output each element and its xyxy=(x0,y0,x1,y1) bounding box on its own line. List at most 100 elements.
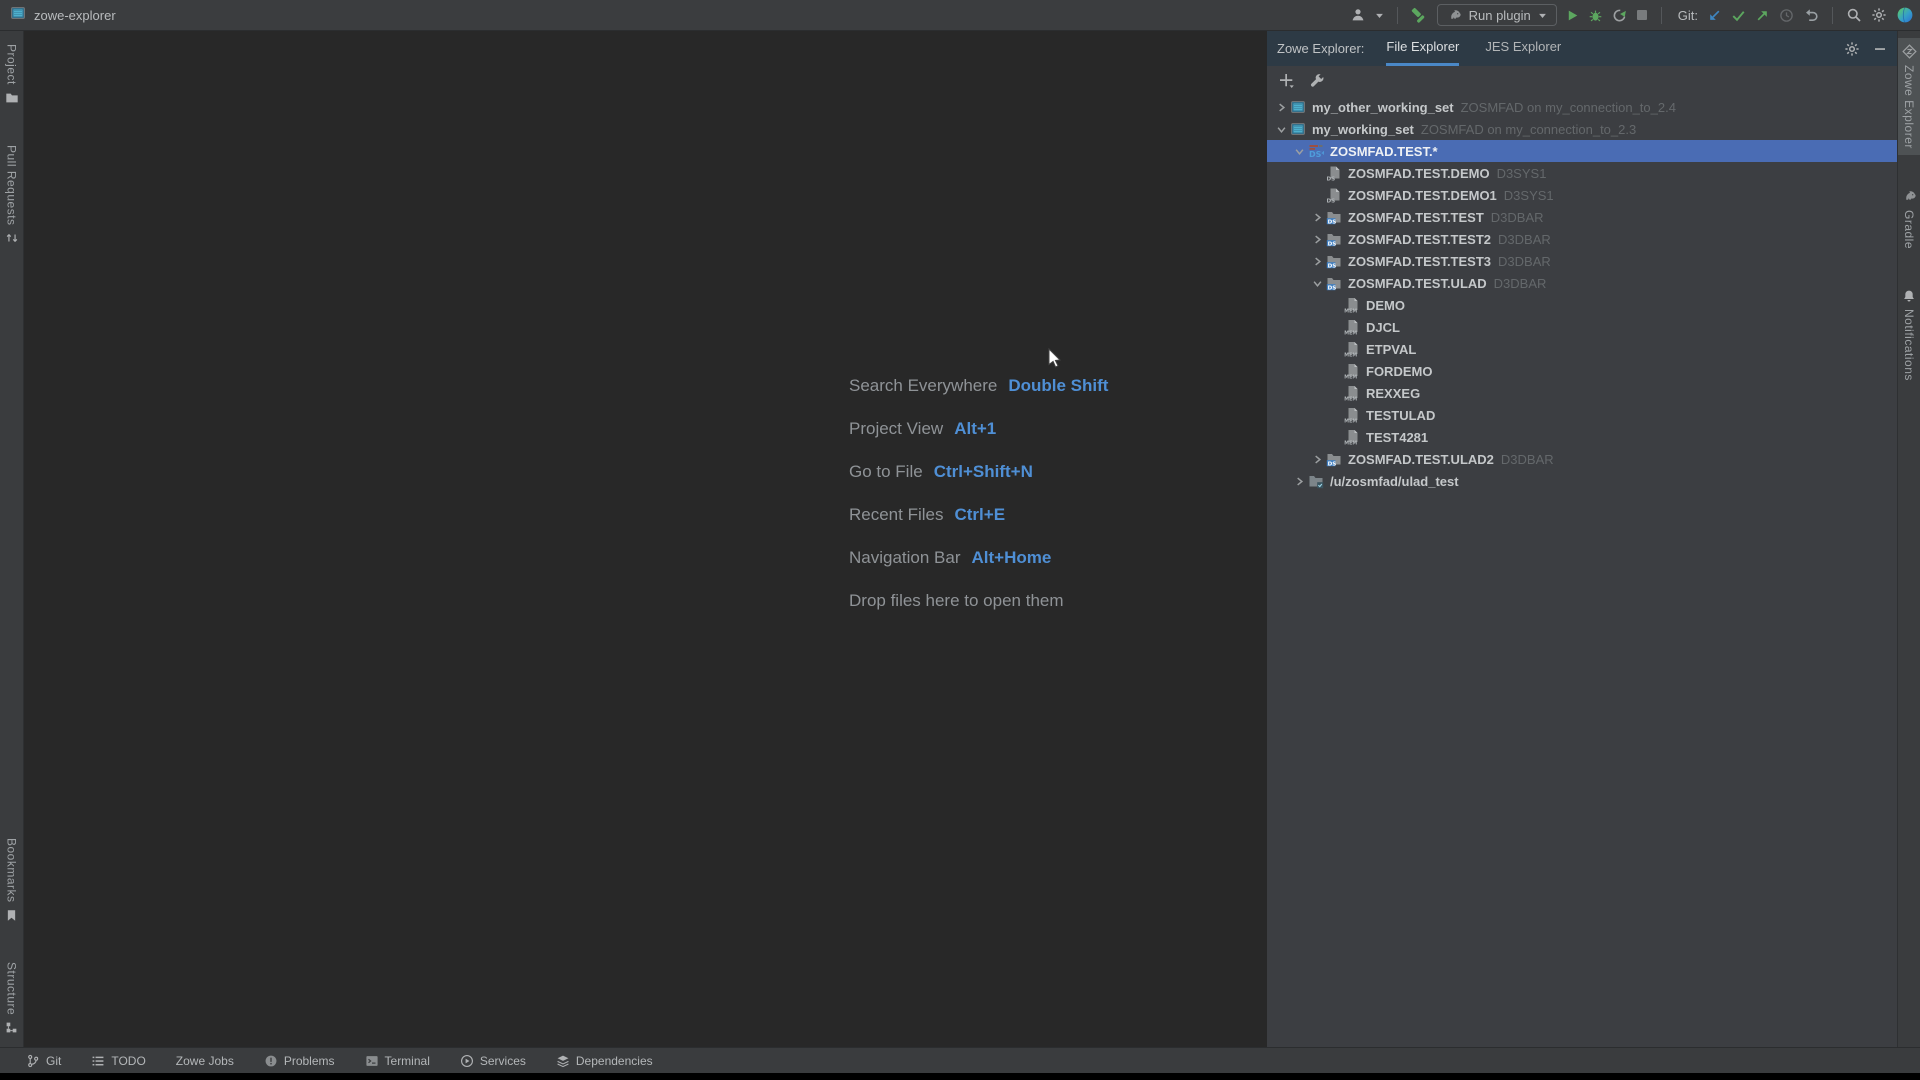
shortcut-hint: Go to FileCtrl+Shift+N xyxy=(849,450,1108,493)
tree-item-name: my_other_working_set xyxy=(1312,100,1454,115)
git-commit-button[interactable] xyxy=(1731,8,1746,23)
chevron-right-icon[interactable] xyxy=(1273,99,1290,115)
chevron-right-icon[interactable] xyxy=(1309,209,1326,225)
chevron-down-icon[interactable] xyxy=(1291,143,1308,159)
tool-stripe-item-notifications[interactable]: Notifications xyxy=(1898,283,1920,387)
tree-row[interactable]: MEMETPVAL xyxy=(1267,338,1897,360)
tool-stripe-item-project[interactable]: Project xyxy=(0,38,23,111)
tree-item-tag: D3DBAR xyxy=(1494,276,1547,291)
chevron-right-icon[interactable] xyxy=(1309,231,1326,247)
tree-row[interactable]: MEM DJCL xyxy=(1267,316,1897,338)
minimize-icon[interactable] xyxy=(1873,42,1887,56)
chevron-right-icon[interactable] xyxy=(1309,253,1326,269)
git-push-button[interactable] xyxy=(1755,8,1770,23)
tree-row[interactable]: my_working_setZOSMFAD on my_connection_t… xyxy=(1267,118,1897,140)
svg-text:MEM: MEM xyxy=(1344,331,1357,335)
shortcut-keys: Alt+Home xyxy=(972,548,1052,568)
tree-item-name: DJCL xyxy=(1366,320,1400,335)
tool-stripe-item-structure[interactable]: Structure xyxy=(0,956,23,1040)
run-button[interactable] xyxy=(1566,9,1579,22)
tree-row[interactable]: DSZOSMFAD.TEST.DEMO1D3SYS1 xyxy=(1267,184,1897,206)
build-hammer-icon[interactable] xyxy=(1411,7,1428,24)
statusbar-item-label: Dependencies xyxy=(576,1054,653,1068)
caret-down-icon[interactable] xyxy=(1375,11,1384,20)
statusbar-item-git[interactable]: Git xyxy=(26,1054,61,1068)
tree-row[interactable]: DS*ZOSMFAD.TEST.* xyxy=(1267,140,1897,162)
tab-file-explorer[interactable]: File Explorer xyxy=(1386,31,1459,66)
chevron-down-icon[interactable] xyxy=(1273,121,1290,137)
tool-window-title: Zowe Explorer: xyxy=(1277,31,1364,66)
svg-text:MEM: MEM xyxy=(1344,397,1357,401)
svg-text:MEM: MEM xyxy=(1344,419,1357,423)
titlebar: zowe-explorer Run plugin Git: xyxy=(0,0,1920,31)
shortcut-keys: Double Shift xyxy=(1008,376,1108,396)
settings-gear-icon[interactable] xyxy=(1871,7,1887,23)
tree-row[interactable]: MEMTEST4281 xyxy=(1267,426,1897,448)
shortcut-label: Recent Files xyxy=(849,505,943,525)
chevron-spacer xyxy=(1327,297,1344,313)
profile-sphere-icon[interactable] xyxy=(1896,6,1914,24)
svg-text:MEM: MEM xyxy=(1344,353,1357,357)
tree-row[interactable]: /u/zosmfad/ulad_test xyxy=(1267,470,1897,492)
uss-folder-icon xyxy=(1308,473,1324,489)
window-bottom-edge xyxy=(0,1073,1920,1080)
statusbar-item-dependencies[interactable]: Dependencies xyxy=(556,1054,653,1068)
tree-item-tag: D3SYS1 xyxy=(1504,188,1554,203)
window-title: zowe-explorer xyxy=(34,8,116,23)
statusbar-item-label: TODO xyxy=(111,1054,145,1068)
tool-stripe-item-bookmarks[interactable]: Bookmarks xyxy=(0,832,23,928)
rollback-button[interactable] xyxy=(1803,7,1819,23)
tree-row[interactable]: DSZOSMFAD.TEST.ULADD3DBAR xyxy=(1267,272,1897,294)
add-working-set-button[interactable] xyxy=(1278,72,1295,89)
tool-stripe-item-zowe-explorer[interactable]: Zowe Explorer xyxy=(1898,38,1920,155)
statusbar-item-zowe-jobs[interactable]: Zowe Jobs xyxy=(176,1054,234,1068)
svg-text:DS: DS xyxy=(1328,241,1337,247)
tab-jes-explorer[interactable]: JES Explorer xyxy=(1485,31,1561,66)
stop-button[interactable] xyxy=(1636,9,1648,21)
member-icon: MEM xyxy=(1344,297,1360,313)
search-everywhere-icon[interactable] xyxy=(1846,7,1862,23)
tree-row[interactable]: DSZOSMFAD.TEST.ULAD2D3DBAR xyxy=(1267,448,1897,470)
tree-row[interactable]: DSZOSMFAD.TEST.TEST2D3DBAR xyxy=(1267,228,1897,250)
panel-gear-icon[interactable] xyxy=(1844,41,1860,57)
statusbar-item-services[interactable]: Services xyxy=(460,1054,526,1068)
statusbar-item-terminal[interactable]: Terminal xyxy=(365,1054,430,1068)
tree-row[interactable]: MEMTESTULAD xyxy=(1267,404,1897,426)
tool-stripe-item-gradle[interactable]: Gradle xyxy=(1898,183,1920,255)
problems-icon xyxy=(264,1054,278,1068)
chevron-spacer xyxy=(1327,341,1344,357)
tree-row[interactable]: MEMREXXEG xyxy=(1267,382,1897,404)
svg-text:DS: DS xyxy=(1328,263,1337,269)
chevron-right-icon[interactable] xyxy=(1309,451,1326,467)
tree-row[interactable]: MEMDEMO xyxy=(1267,294,1897,316)
chevron-down-icon[interactable] xyxy=(1309,275,1326,291)
tool-stripe-label: Gradle xyxy=(1902,210,1916,249)
edit-wrench-button[interactable] xyxy=(1309,73,1325,89)
tree-row[interactable]: MEMFORDEMO xyxy=(1267,360,1897,382)
svg-text:DS*: DS* xyxy=(1309,150,1324,159)
chevron-right-icon[interactable] xyxy=(1291,473,1308,489)
tree-item-tag: D3DBAR xyxy=(1498,254,1551,269)
run-configuration-select[interactable]: Run plugin xyxy=(1437,4,1557,26)
history-button[interactable] xyxy=(1779,8,1794,23)
tree-row[interactable]: DSZOSMFAD.TEST.TEST3D3DBAR xyxy=(1267,250,1897,272)
debug-button[interactable] xyxy=(1588,8,1603,23)
statusbar-item-problems[interactable]: Problems xyxy=(264,1054,335,1068)
chevron-spacer xyxy=(1327,407,1344,423)
tree-item-tag: ZOSMFAD on my_connection_to_2.3 xyxy=(1421,122,1636,137)
tool-stripe-item-pull-requests[interactable]: Pull Requests xyxy=(0,139,23,252)
pds-folder-icon: DS xyxy=(1326,451,1342,467)
statusbar-item-label: Zowe Jobs xyxy=(176,1054,234,1068)
toolbar-divider xyxy=(1397,7,1398,24)
chevron-spacer xyxy=(1309,165,1326,181)
svg-text:DS: DS xyxy=(1328,219,1337,225)
tree-row[interactable]: DSZOSMFAD.TEST.DEMOD3SYS1 xyxy=(1267,162,1897,184)
git-update-button[interactable] xyxy=(1707,8,1722,23)
editor-area[interactable]: Search EverywhereDouble ShiftProject Vie… xyxy=(24,31,1267,1047)
right-tool-stripe: Zowe Explorer Gradle Notifications xyxy=(1897,31,1920,1047)
coverage-button[interactable] xyxy=(1612,8,1627,23)
statusbar-item-todo[interactable]: TODO xyxy=(91,1054,145,1068)
user-icon[interactable] xyxy=(1350,7,1366,23)
tree-row[interactable]: my_other_working_setZOSMFAD on my_connec… xyxy=(1267,96,1897,118)
tree-row[interactable]: DSZOSMFAD.TEST.TESTD3DBAR xyxy=(1267,206,1897,228)
